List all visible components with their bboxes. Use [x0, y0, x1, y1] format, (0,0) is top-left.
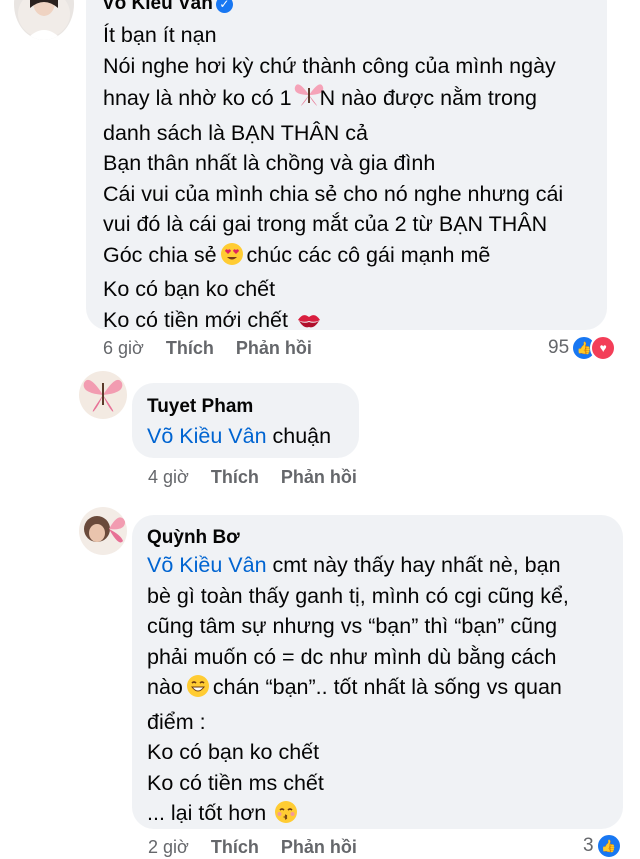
heart-reaction-icon: ♥ — [590, 335, 617, 361]
comment-line: Ko có bạn ko chết — [147, 740, 320, 764]
avatar[interactable] — [79, 507, 127, 555]
comment-line: nào chán “bạn”.. tốt nhất là sống vs quan — [147, 672, 569, 707]
comment-actions: 4 giờ Thích Phản hồi — [148, 467, 357, 488]
comment-line: bè gì toàn thấy ganh tị, mình có cgi cũn… — [147, 583, 569, 608]
author-name[interactable]: Võ Kiều Vân — [102, 0, 213, 14]
verified-badge-icon: ✓ — [215, 0, 233, 13]
comment-bubble: Quỳnh Bơ Võ Kiều Vân cmt này thấy hay nh… — [132, 515, 623, 829]
like-button[interactable]: Thích — [211, 467, 259, 488]
comment-line: hnay là nhờ ko có 1 N nào được nằm trong — [103, 81, 563, 118]
comment-line: Cái vui của mình chia sẻ cho nó nghe như… — [103, 181, 564, 206]
avatar[interactable] — [14, 0, 74, 40]
profile-photo — [84, 516, 126, 543]
comment-line: Nói nghe hơi kỳ chứ thành công của mình … — [103, 53, 556, 78]
comment-bubble: Tuyet Pham Võ Kiều Vân chuận — [132, 383, 359, 458]
reactions-count[interactable]: 3 — [583, 835, 594, 856]
comment-time[interactable]: 4 giờ — [148, 467, 189, 488]
butterfly-avatar-icon — [83, 379, 123, 412]
comment-actions: 6 giờ Thích Phản hồi — [103, 338, 312, 359]
comment-line: danh sách là BẠN THÂN cả — [103, 120, 368, 145]
mention-link[interactable]: Võ Kiều Vân — [147, 424, 267, 448]
comment-line: vui đó là cái gai trong mắt của 2 từ BẠN… — [103, 212, 548, 236]
comment-line: cũng tâm sự nhưng vs “bạn” thì “bạn” cũn… — [147, 614, 558, 638]
reply-button[interactable]: Phản hồi — [281, 467, 357, 488]
reply-button[interactable]: Phản hồi — [236, 338, 312, 359]
reactions-count[interactable]: 95 — [548, 337, 569, 358]
grinning-emoji — [186, 674, 210, 707]
comment-line: phải muốn có = dc như mình dù bằng cách — [147, 644, 557, 669]
comment-text: Võ Kiều Vân cmt này thấy hay nhất nè, bạ… — [147, 550, 569, 833]
comment-line: ... lại tốt hơn — [147, 798, 569, 833]
heart-eyes-emoji — [220, 242, 244, 275]
comment-line: Ko có tiền ms chết — [147, 770, 324, 795]
like-reaction-icon: 👍 — [595, 833, 622, 859]
comment-line: Góc chia sẻ chúc các cô gái mạnh mẽ — [103, 240, 563, 275]
like-button[interactable]: Thích — [166, 338, 214, 359]
kiss-mark-emoji — [296, 309, 322, 340]
comment-line: Ko có bạn ko chết — [103, 277, 276, 301]
comment-time[interactable]: 6 giờ — [103, 338, 144, 359]
reactions-summary[interactable]: 3 👍 — [583, 833, 622, 859]
author-name[interactable]: Tuyet Pham — [147, 396, 253, 418]
profile-photo — [18, 0, 70, 40]
comment-line: Võ Kiều Vân cmt này thấy hay nhất nè, bạ… — [147, 553, 561, 577]
comment-line: Ko có tiền mới chết — [103, 305, 563, 340]
avatar[interactable] — [79, 371, 127, 419]
comment-text: Võ Kiều Vân chuận — [147, 424, 332, 448]
mention-link[interactable]: Võ Kiều Vân — [147, 553, 267, 577]
comment-line: Ít bạn ít nạn — [103, 23, 217, 47]
kissing-smiling-eyes-emoji — [274, 800, 298, 833]
comment-bubble: Võ Kiều Vân ✓ Ít bạn ít nạn Nói nghe hơi … — [86, 0, 607, 332]
reactions-summary[interactable]: 95 👍 ♥ — [548, 335, 617, 361]
author-name[interactable]: Quỳnh Bơ — [147, 527, 240, 549]
comment-line: điểm : — [147, 709, 206, 734]
comment-text: Ít bạn ít nạn Nói nghe hơi kỳ chứ thành … — [103, 20, 563, 339]
comment-author[interactable]: Võ Kiều Vân ✓ — [102, 0, 233, 15]
comment-line: Bạn thân nhất là chồng và gia đình — [103, 151, 436, 175]
